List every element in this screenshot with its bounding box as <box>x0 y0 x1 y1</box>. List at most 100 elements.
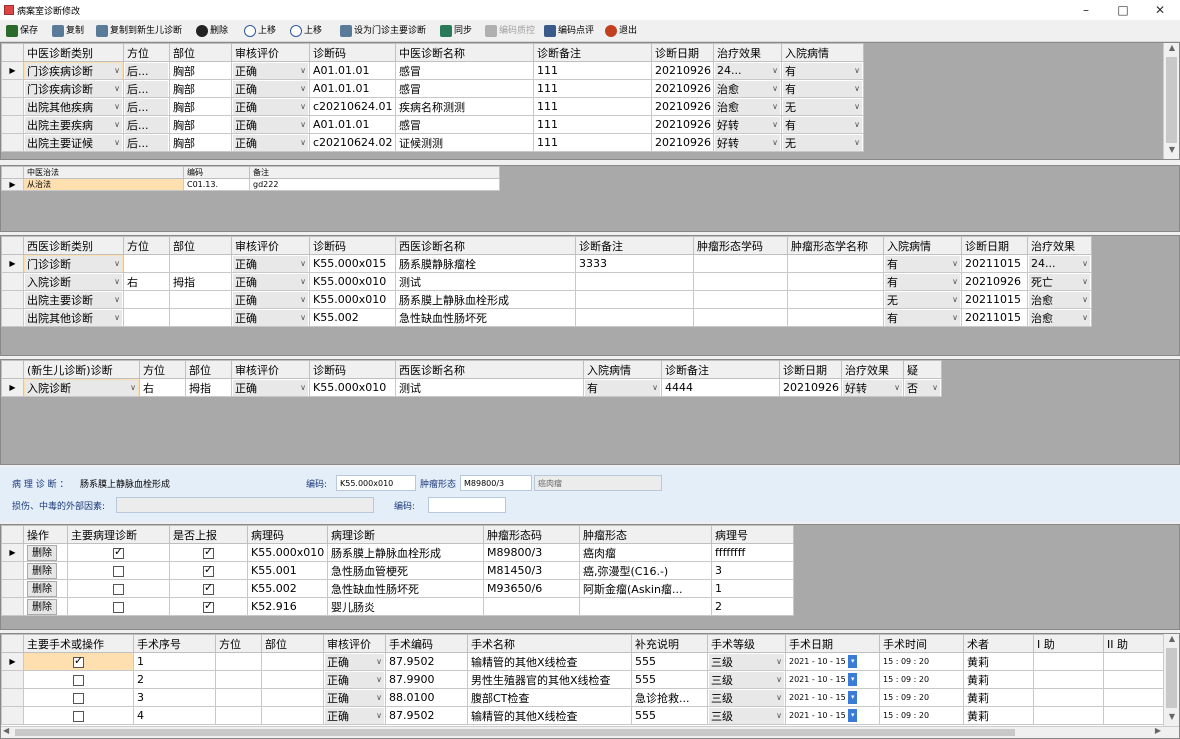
cell-seq[interactable]: 1 <box>133 652 216 671</box>
scroll-left-icon[interactable]: ◀ <box>3 726 9 735</box>
cell-effect[interactable]: 好转 ∨ <box>841 378 904 397</box>
code-review-button[interactable]: 编码点评 <box>544 23 594 39</box>
exit-button[interactable]: 退出 <box>605 23 637 39</box>
dropdown-icon[interactable]: ∨ <box>114 84 120 93</box>
col-header[interactable]: 诊断日期 <box>651 43 714 62</box>
cell-note[interactable] <box>575 308 694 327</box>
cell-part[interactable] <box>169 290 232 309</box>
cell-pos[interactable]: 后... <box>123 133 170 152</box>
close-button[interactable]: ✕ <box>1142 2 1178 18</box>
cell-date[interactable]: 20211015 <box>961 308 1028 327</box>
cell-name[interactable]: 疾病名称测测 <box>395 97 534 116</box>
dropdown-icon[interactable]: ∨ <box>854 138 860 147</box>
cell-code[interactable]: 87.9502 <box>385 706 468 725</box>
cell-mcode[interactable] <box>693 272 788 291</box>
dropdown-icon[interactable]: ∨ <box>854 102 860 111</box>
cell-mcode[interactable]: M89800/3 <box>483 543 580 562</box>
cell-name[interactable]: 从治法 <box>23 178 184 191</box>
cell-date[interactable]: 2021 - 10 - 15 ▾ <box>785 670 880 689</box>
cell-part[interactable] <box>169 254 232 273</box>
cell-eval[interactable]: 正确 ∨ <box>231 115 310 134</box>
col-header[interactable]: 方位 <box>123 236 170 255</box>
dropdown-icon[interactable]: ∨ <box>114 313 120 322</box>
col-header[interactable]: 肿瘤形态学名称 <box>787 236 884 255</box>
date-picker-icon[interactable]: ▾ <box>848 655 858 668</box>
delete-row-button[interactable]: 删除 <box>27 562 57 579</box>
col-header[interactable]: I 助 <box>1033 634 1104 653</box>
cell-note[interactable]: 111 <box>533 79 652 98</box>
col-header[interactable]: 肿瘤形态码 <box>483 525 580 544</box>
cell-code[interactable]: c20210624.01 <box>309 97 396 116</box>
main-checkbox[interactable] <box>113 601 124 613</box>
cell-note[interactable]: 3333 <box>575 254 694 273</box>
col-header[interactable]: 手术日期 <box>785 634 880 653</box>
cell-code[interactable]: A01.01.01 <box>309 79 396 98</box>
cell-effect[interactable]: 治愈 ∨ <box>1027 308 1092 327</box>
delete-row-button[interactable]: 删除 <box>27 580 57 597</box>
col-header[interactable]: 审核评价 <box>323 634 386 653</box>
col-header[interactable]: 方位 <box>215 634 262 653</box>
cell-date[interactable]: 20210926 <box>651 115 714 134</box>
dropdown-icon[interactable]: ∨ <box>1082 259 1088 268</box>
col-header[interactable]: 主要病理诊断 <box>67 525 170 544</box>
cell-type[interactable]: 入院诊断 ∨ <box>23 378 140 397</box>
table-row[interactable]: ▶ 从治法 C01.13. gd222 <box>1 178 500 191</box>
dropdown-icon[interactable]: ∨ <box>1082 295 1088 304</box>
cell-level[interactable]: 三级 ∨ <box>707 652 786 671</box>
cell-part[interactable]: 拇指 <box>185 378 232 397</box>
cell-date[interactable]: 20210926 <box>651 79 714 98</box>
cell-time[interactable]: 15 : 09 : 20 <box>879 688 964 707</box>
table-row[interactable]: 4 正确 ∨ 87.9502 输精管的其他X线检查 555 三级 ∨ 2021 - … <box>1 706 1179 725</box>
col-header[interactable]: 部位 <box>261 634 324 653</box>
cell-name[interactable]: 感冒 <box>395 115 534 134</box>
cell-effect[interactable]: 24... ∨ <box>1027 254 1092 273</box>
move-down-button[interactable]: 上移 <box>290 23 322 39</box>
dropdown-icon[interactable]: ∨ <box>376 675 382 684</box>
cell-a1[interactable] <box>1033 652 1104 671</box>
date-picker-icon[interactable]: ▾ <box>848 691 858 704</box>
cell-cond[interactable]: 有 ∨ <box>883 308 962 327</box>
cell-effect[interactable]: 24... ∨ <box>713 61 782 80</box>
cell-note[interactable] <box>575 290 694 309</box>
table-row[interactable]: 2 正确 ∨ 87.9900 男性生殖器官的其他X线检查 555 三级 ∨ 2021… <box>1 670 1179 689</box>
dropdown-icon[interactable]: ∨ <box>772 84 778 93</box>
col-header[interactable]: 病理诊断 <box>327 525 484 544</box>
dropdown-icon[interactable]: ∨ <box>114 295 120 304</box>
dropdown-icon[interactable]: ∨ <box>376 693 382 702</box>
col-header[interactable]: 术者 <box>963 634 1034 653</box>
cell-note[interactable]: 111 <box>533 97 652 116</box>
cell-name[interactable]: 急性肠血管梗死 <box>327 561 484 580</box>
cell-pos[interactable]: 后... <box>123 97 170 116</box>
col-header[interactable]: 治疗效果 <box>1027 236 1092 255</box>
dropdown-icon[interactable]: ∨ <box>854 84 860 93</box>
report-checkbox[interactable] <box>203 581 214 595</box>
cell-eval[interactable]: 正确 ∨ <box>231 308 310 327</box>
cell-no[interactable]: 1 <box>711 579 794 598</box>
dropdown-icon[interactable]: ∨ <box>300 102 306 111</box>
copy-button[interactable]: 复制 <box>52 23 84 39</box>
cell-mcode[interactable] <box>693 308 788 327</box>
cell-mname[interactable] <box>787 308 884 327</box>
col-header[interactable]: 审核评价 <box>231 360 310 379</box>
cell-part[interactable] <box>261 706 324 725</box>
cell-pos[interactable] <box>215 688 262 707</box>
dropdown-icon[interactable]: ∨ <box>300 84 306 93</box>
sync-button[interactable]: 同步 <box>440 23 472 39</box>
col-header[interactable]: 编码 <box>183 166 250 179</box>
dropdown-icon[interactable]: ∨ <box>776 675 782 684</box>
cell-mcode[interactable]: M93650/6 <box>483 579 580 598</box>
cell-pos[interactable] <box>123 254 170 273</box>
cell-no[interactable]: 3 <box>711 561 794 580</box>
col-header[interactable]: 中医诊断类别 <box>23 43 124 62</box>
cell-note[interactable]: 111 <box>533 61 652 80</box>
cell-name[interactable]: 感冒 <box>395 61 534 80</box>
date-picker-icon[interactable]: ▾ <box>848 673 858 686</box>
dropdown-icon[interactable]: ∨ <box>114 66 120 75</box>
table-row[interactable]: 删除 K52.916 婴儿肠炎 2 <box>1 597 794 616</box>
cell-code[interactable]: K55.000x010 <box>309 378 396 397</box>
cell-mname[interactable]: 癌,弥漫型(C16.-) <box>579 561 712 580</box>
cell-note[interactable]: 4444 <box>661 378 780 397</box>
dropdown-icon[interactable]: ∨ <box>854 66 860 75</box>
dropdown-icon[interactable]: ∨ <box>300 295 306 304</box>
col-header[interactable]: 部位 <box>169 236 232 255</box>
